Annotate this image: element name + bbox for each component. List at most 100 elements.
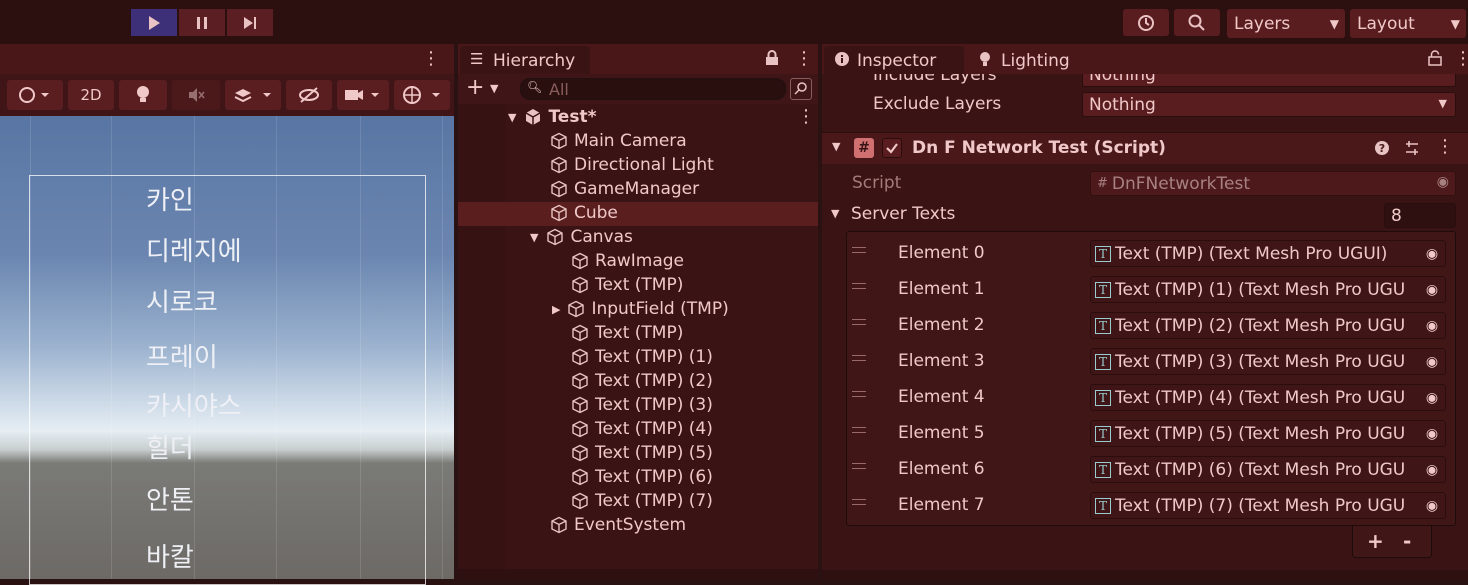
scene-text[interactable]: 바칼	[146, 537, 194, 574]
hierarchy-item[interactable]: Text (TMP) (3)	[571, 393, 713, 417]
target-icon[interactable]: ◉	[1419, 493, 1445, 518]
scene-text[interactable]: 디레지에	[146, 231, 242, 268]
tab-lighting[interactable]: Lighting	[970, 46, 1090, 74]
chevron-down-icon[interactable]: ▼	[530, 231, 538, 244]
selected-row-highlight	[458, 202, 818, 226]
scene-text[interactable]: 카인	[146, 180, 194, 217]
element-value: Text (TMP) (5) (Text Mesh Pro UGU	[1115, 423, 1406, 444]
hierarchy-item[interactable]: ▼ Canvas	[530, 225, 633, 249]
hierarchy-item[interactable]: Text (TMP) (5)	[571, 441, 713, 465]
scene-text[interactable]: 안톤	[146, 480, 194, 517]
target-icon[interactable]: ◉	[1419, 457, 1445, 482]
add-element-button[interactable]: +	[1367, 529, 1384, 553]
shading-mode-button[interactable]	[7, 80, 63, 110]
scene-search-toggle[interactable]	[790, 78, 812, 100]
hierarchy-item[interactable]: Text (TMP) (4)	[571, 417, 713, 441]
hierarchy-item[interactable]: Text (TMP) (2)	[571, 369, 713, 393]
drag-handle-icon[interactable]	[852, 283, 866, 289]
chevron-down-icon[interactable]: ▼	[490, 82, 498, 95]
more-options-icon[interactable]: ⋮	[1454, 48, 1468, 69]
element-label: Element 1	[898, 279, 985, 299]
hierarchy-item[interactable]: Text (TMP) (6)	[571, 465, 713, 489]
hierarchy-item[interactable]: GameManager	[550, 177, 699, 201]
target-icon[interactable]: ◉	[1419, 385, 1445, 410]
more-options-icon[interactable]: ⋮	[422, 48, 440, 69]
server-texts-label[interactable]: Server Texts	[851, 204, 955, 224]
hierarchy-item[interactable]: Text (TMP) (7)	[571, 489, 713, 513]
target-icon[interactable]: ◉	[1419, 349, 1445, 374]
hierarchy-item-label: Directional Light	[574, 155, 714, 175]
hierarchy-item[interactable]: Main Camera	[550, 129, 687, 153]
drag-handle-icon[interactable]	[852, 391, 866, 397]
2d-toggle[interactable]: 2D	[68, 80, 114, 110]
server-texts-size-input[interactable]: 8	[1384, 203, 1456, 228]
more-options-icon[interactable]: ⋮	[797, 106, 815, 127]
element-object-field[interactable]: T Text (TMP) (4) (Text Mesh Pro UGU ◉	[1090, 384, 1446, 411]
hierarchy-item[interactable]: Text (TMP)	[571, 273, 683, 297]
lock-icon[interactable]	[765, 50, 779, 71]
include-layers-dropdown[interactable]: Nothing	[1082, 74, 1456, 87]
help-icon[interactable]: ?	[1374, 140, 1390, 161]
pause-button[interactable]	[179, 9, 225, 36]
gameobject-icon	[551, 516, 567, 534]
target-icon[interactable]: ◉	[1419, 277, 1445, 302]
element-object-field[interactable]: T Text (TMP) (3) (Text Mesh Pro UGU ◉	[1090, 348, 1446, 375]
more-options-icon[interactable]: ⋮	[1436, 136, 1454, 157]
element-object-field[interactable]: T Text (TMP) (1) (Text Mesh Pro UGU ◉	[1090, 276, 1446, 303]
component-enabled-checkbox[interactable]	[882, 138, 902, 158]
component-header[interactable]: ▼ # Dn F Network Test (Script) ? ⋮	[822, 132, 1468, 164]
component-title: Dn F Network Test (Script)	[912, 138, 1166, 158]
hierarchy-item[interactable]: ▶ InputField (TMP)	[552, 297, 729, 321]
target-icon[interactable]: ◉	[1419, 421, 1445, 446]
effects-toggle[interactable]	[225, 80, 281, 110]
tab-hierarchy[interactable]: ☰ Hierarchy	[460, 46, 590, 74]
target-icon[interactable]: ◉	[1419, 241, 1445, 266]
more-options-icon[interactable]: ⋮	[795, 48, 813, 69]
hierarchy-search-input[interactable]: 🔍︎ All	[520, 78, 786, 100]
hierarchy-item[interactable]: Directional Light	[550, 153, 714, 177]
hidden-objects-toggle[interactable]	[286, 80, 332, 110]
element-object-field[interactable]: T Text (TMP) (2) (Text Mesh Pro UGU ◉	[1090, 312, 1446, 339]
element-object-field[interactable]: T Text (TMP) (7) (Text Mesh Pro UGU ◉	[1090, 492, 1446, 519]
scene-text[interactable]: 카시야스	[146, 386, 242, 423]
audio-toggle[interactable]	[172, 80, 220, 110]
scene-text[interactable]: 힐더	[146, 428, 194, 465]
chevron-right-icon[interactable]: ▶	[552, 303, 560, 316]
drag-handle-icon[interactable]	[852, 319, 866, 325]
hierarchy-item[interactable]: Text (TMP) (1)	[571, 345, 713, 369]
layers-label: Layers	[1234, 13, 1291, 34]
step-button[interactable]	[227, 9, 273, 36]
camera-settings-button[interactable]	[337, 80, 389, 110]
element-object-field[interactable]: T Text (TMP) (6) (Text Mesh Pro UGU ◉	[1090, 456, 1446, 483]
element-object-field[interactable]: T Text (TMP) (5) (Text Mesh Pro UGU ◉	[1090, 420, 1446, 447]
drag-handle-icon[interactable]	[852, 247, 866, 253]
hierarchy-item[interactable]: EventSystem	[550, 513, 686, 537]
gizmos-button[interactable]	[394, 80, 450, 110]
target-icon[interactable]: ◉	[1419, 313, 1445, 338]
tab-inspector[interactable]: Inspector	[824, 46, 964, 74]
hierarchy-item[interactable]: Text (TMP)	[571, 321, 683, 345]
hierarchy-item[interactable]: RawImage	[571, 249, 684, 273]
hierarchy-item[interactable]: Cube	[550, 201, 618, 225]
preset-icon[interactable]	[1404, 140, 1420, 161]
lock-icon[interactable]	[1428, 50, 1442, 71]
drag-handle-icon[interactable]	[852, 499, 866, 505]
layout-dropdown[interactable]: Layout ▼	[1350, 9, 1466, 38]
element-object-field[interactable]: T Text (TMP) (Text Mesh Pro UGUI) ◉	[1090, 240, 1446, 267]
play-button[interactable]	[131, 9, 177, 36]
layers-dropdown[interactable]: Layers ▼	[1227, 9, 1345, 38]
chevron-down-icon[interactable]: ▼	[832, 140, 840, 153]
add-object-button[interactable]: +	[466, 75, 484, 100]
scene-text[interactable]: 시로코	[146, 282, 218, 319]
scene-root-row[interactable]: ▼ Test*	[508, 105, 596, 129]
chevron-down-icon[interactable]: ▼	[831, 207, 839, 220]
remove-element-button[interactable]: -	[1403, 529, 1411, 553]
history-button[interactable]	[1123, 9, 1169, 36]
drag-handle-icon[interactable]	[852, 355, 866, 361]
search-button[interactable]	[1174, 9, 1220, 36]
drag-handle-icon[interactable]	[852, 463, 866, 469]
lighting-toggle[interactable]	[119, 80, 167, 110]
scene-text[interactable]: 프레이	[146, 337, 218, 374]
exclude-layers-dropdown[interactable]: Nothing ▼	[1082, 92, 1456, 117]
drag-handle-icon[interactable]	[852, 427, 866, 433]
